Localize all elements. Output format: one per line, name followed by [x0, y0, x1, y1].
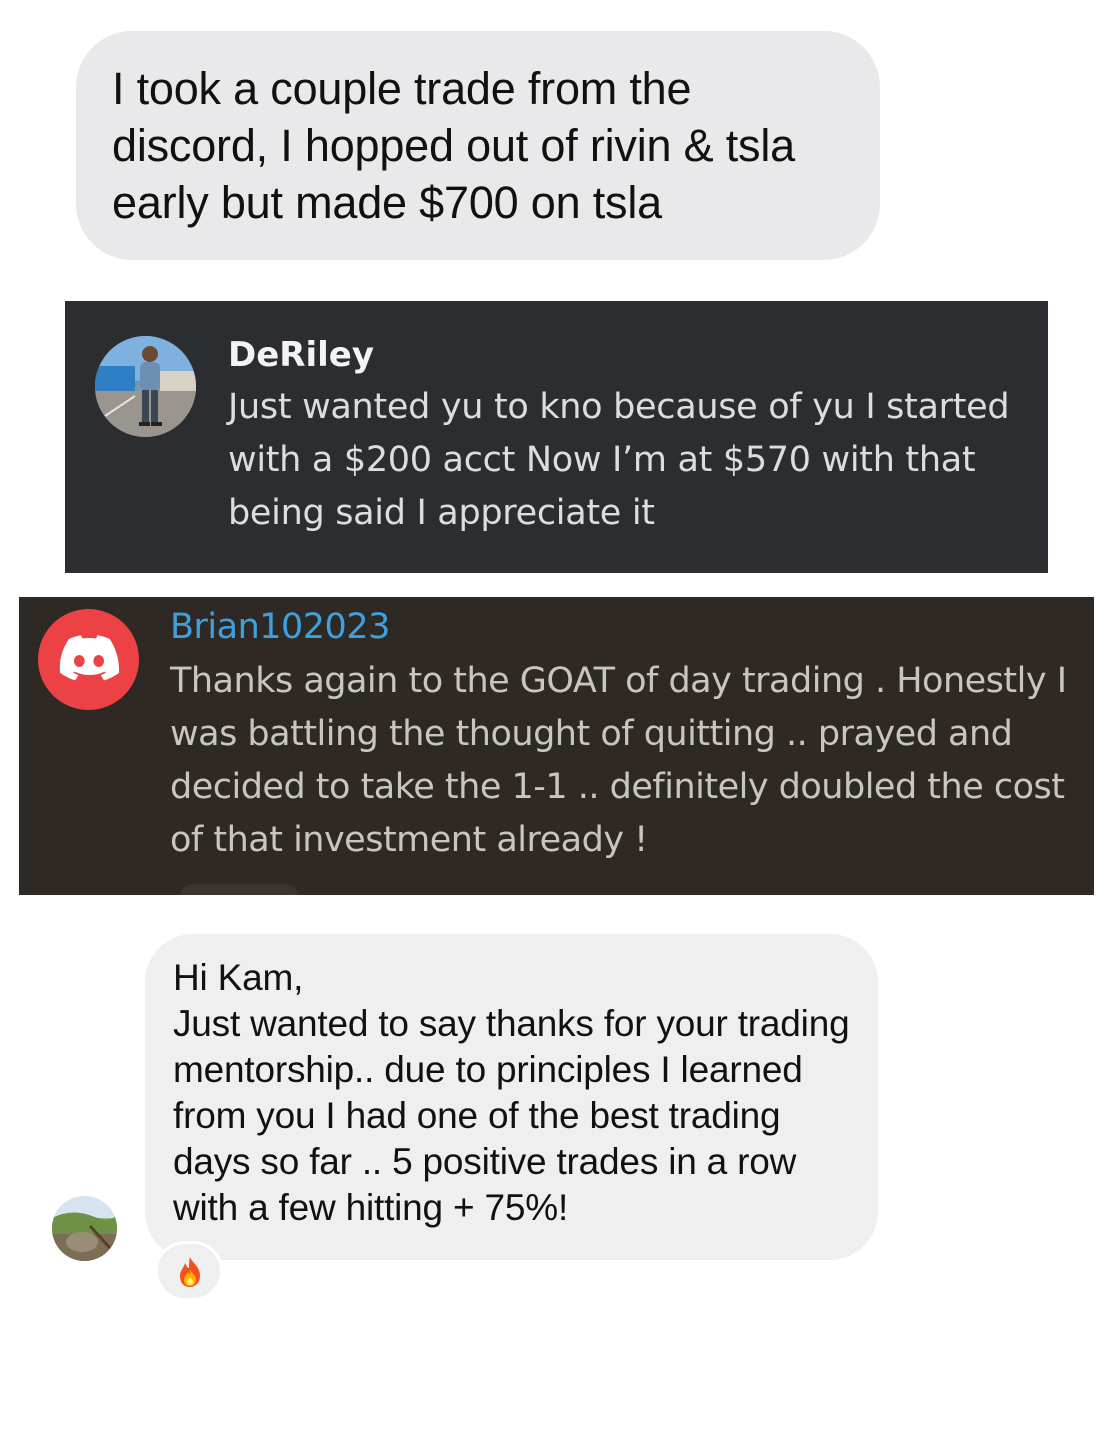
user-avatar[interactable]	[52, 1196, 117, 1261]
avatar-photo-icon	[52, 1196, 117, 1261]
avatar-photo-icon	[95, 336, 196, 437]
discord-logo-icon	[59, 635, 119, 681]
message-greeting: Hi Kam,	[173, 957, 304, 998]
username[interactable]: DeRiley	[228, 333, 374, 377]
message-text: I took a couple trade from the discord, …	[112, 63, 795, 228]
message-bubble-4[interactable]: Hi Kam, Just wanted to say thanks for yo…	[145, 934, 878, 1260]
reaction-pill[interactable]	[179, 884, 299, 895]
discord-message-card-deriley: DeRiley Just wanted yu to kno because of…	[65, 301, 1048, 573]
discord-message-card-brian: Brian102023 Thanks again to the GOAT of …	[19, 597, 1094, 895]
username[interactable]: Brian102023	[170, 605, 390, 649]
discord-avatar[interactable]	[38, 609, 139, 710]
message-text: Thanks again to the GOAT of day trading …	[170, 661, 1067, 860]
user-avatar[interactable]	[95, 336, 196, 437]
message-text: Just wanted to say thanks for your tradi…	[173, 1003, 850, 1228]
message-bubble-1[interactable]: I took a couple trade from the discord, …	[76, 31, 880, 260]
fire-emoji-icon	[180, 1257, 200, 1287]
reaction-pill[interactable]	[155, 1241, 223, 1301]
message-text: Just wanted yu to kno because of yu I st…	[228, 387, 1010, 533]
